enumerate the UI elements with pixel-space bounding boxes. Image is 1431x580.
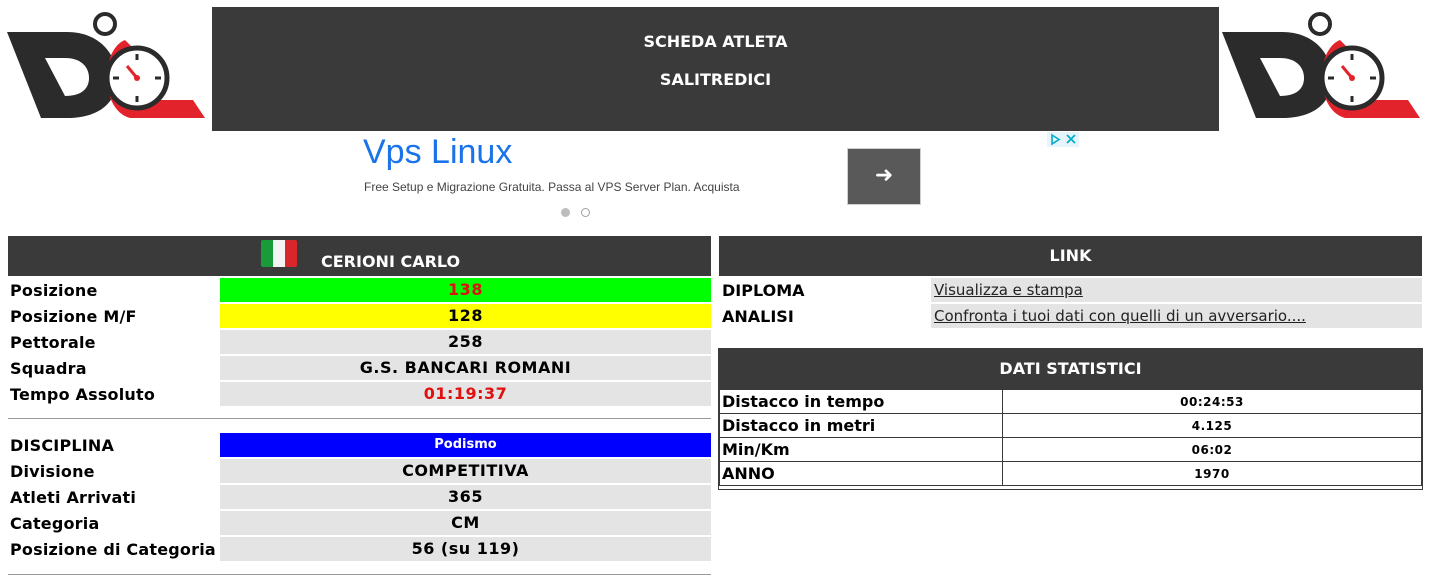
ad-arrow-button[interactable]: ➜ xyxy=(847,148,921,205)
stats-label: ANNO xyxy=(719,461,1003,486)
row-label: Posizione di Categoria xyxy=(10,540,216,559)
row-label: Posizione M/F xyxy=(10,307,137,326)
row-label: Squadra xyxy=(10,359,87,378)
logo-image xyxy=(7,12,205,118)
logo-image xyxy=(1222,12,1420,118)
row-link[interactable]: Confronta i tuoi dati con quelli di un a… xyxy=(931,304,1422,328)
row-label: Atleti Arrivati xyxy=(10,488,137,507)
row-label: DISCIPLINA xyxy=(10,436,115,455)
italy-flag-icon xyxy=(261,240,297,267)
ad-choices-icon[interactable] xyxy=(1047,132,1079,147)
site-logo-left[interactable] xyxy=(5,10,210,125)
carousel-dot[interactable] xyxy=(581,208,590,217)
page-title: SCHEDA ATLETA xyxy=(643,32,788,51)
stats-table: Distacco in tempo 00:24:53 Distacco in met… xyxy=(719,389,1422,486)
row-label: Divisione xyxy=(10,462,95,481)
stats-panel: DATI STATISTICI Distacco in tempo 00:24:5… xyxy=(718,348,1423,490)
athlete-header: CERIONI CARLO xyxy=(8,236,711,276)
row-link[interactable]: Visualizza e stampa xyxy=(931,278,1422,302)
row-label: Tempo Assoluto xyxy=(10,385,156,404)
row-value: 258 xyxy=(220,330,711,354)
info-row: Atleti Arrivati 365 xyxy=(8,485,711,509)
page-header-banner: SCHEDA ATLETA SALITREDICI xyxy=(212,7,1219,131)
row-label: Pettorale xyxy=(10,333,96,352)
row-label: Posizione xyxy=(10,281,98,300)
carousel-dot-active[interactable] xyxy=(561,208,570,217)
divider xyxy=(8,418,711,419)
event-name: SALITREDICI xyxy=(659,70,772,89)
stats-row: Distacco in tempo 00:24:53 xyxy=(719,389,1422,414)
info-row: Squadra G.S. BANCARI ROMANI xyxy=(8,356,711,380)
arrow-right-icon: ➜ xyxy=(874,163,894,188)
row-label: Categoria xyxy=(10,514,100,533)
row-value: COMPETITIVA xyxy=(220,459,711,483)
info-row: Divisione COMPETITIVA xyxy=(8,459,711,483)
info-row: DISCIPLINA Podismo xyxy=(8,433,711,457)
stats-label: Distacco in metri xyxy=(719,413,1003,438)
row-value: 56 (su 119) xyxy=(220,537,711,561)
row-label: ANALISI xyxy=(722,307,794,326)
row-label: DIPLOMA xyxy=(722,281,805,300)
row-value: Podismo xyxy=(220,433,711,457)
row-value: CM xyxy=(220,511,711,535)
site-logo-right[interactable] xyxy=(1220,10,1425,125)
row-value: 128 xyxy=(220,304,711,328)
link-section-header: LINK xyxy=(719,236,1422,276)
stats-label: Min/Km xyxy=(719,437,1003,462)
stats-value: 06:02 xyxy=(1002,437,1422,462)
stats-row: ANNO 1970 xyxy=(719,461,1422,486)
advertisement[interactable]: Vps Linux Free Setup e Migrazione Gratui… xyxy=(355,131,1085,223)
row-value: 01:19:37 xyxy=(220,382,711,406)
stats-row: Min/Km 06:02 xyxy=(719,437,1422,462)
ad-description[interactable]: Free Setup e Migrazione Gratuita. Passa … xyxy=(364,180,740,194)
divider xyxy=(8,574,711,575)
info-row: Pettorale 258 xyxy=(8,330,711,354)
row-value: 365 xyxy=(220,485,711,509)
info-row: Posizione 138 xyxy=(8,278,711,302)
row-link-text[interactable]: Confronta i tuoi dati con quelli di un a… xyxy=(931,307,1306,325)
link-row: DIPLOMA Visualizza e stampa xyxy=(719,278,1422,302)
ad-title[interactable]: Vps Linux xyxy=(363,133,512,172)
row-value: G.S. BANCARI ROMANI xyxy=(220,356,711,380)
row-link-text[interactable]: Visualizza e stampa xyxy=(931,281,1083,299)
info-row: Categoria CM xyxy=(8,511,711,535)
stats-label: Distacco in tempo xyxy=(719,389,1003,414)
stats-section-header: DATI STATISTICI xyxy=(719,349,1422,389)
info-row: Tempo Assoluto 01:19:37 xyxy=(8,382,711,406)
stats-value: 1970 xyxy=(1002,461,1422,486)
info-row: Posizione di Categoria 56 (su 119) xyxy=(8,537,711,561)
link-row: ANALISI Confronta i tuoi dati con quelli … xyxy=(719,304,1422,328)
info-row: Posizione M/F 128 xyxy=(8,304,711,328)
athlete-name: CERIONI CARLO xyxy=(321,252,461,271)
stats-value: 4.125 xyxy=(1002,413,1422,438)
stats-value: 00:24:53 xyxy=(1002,389,1422,414)
row-value: 138 xyxy=(220,278,711,302)
stats-row: Distacco in metri 4.125 xyxy=(719,413,1422,438)
